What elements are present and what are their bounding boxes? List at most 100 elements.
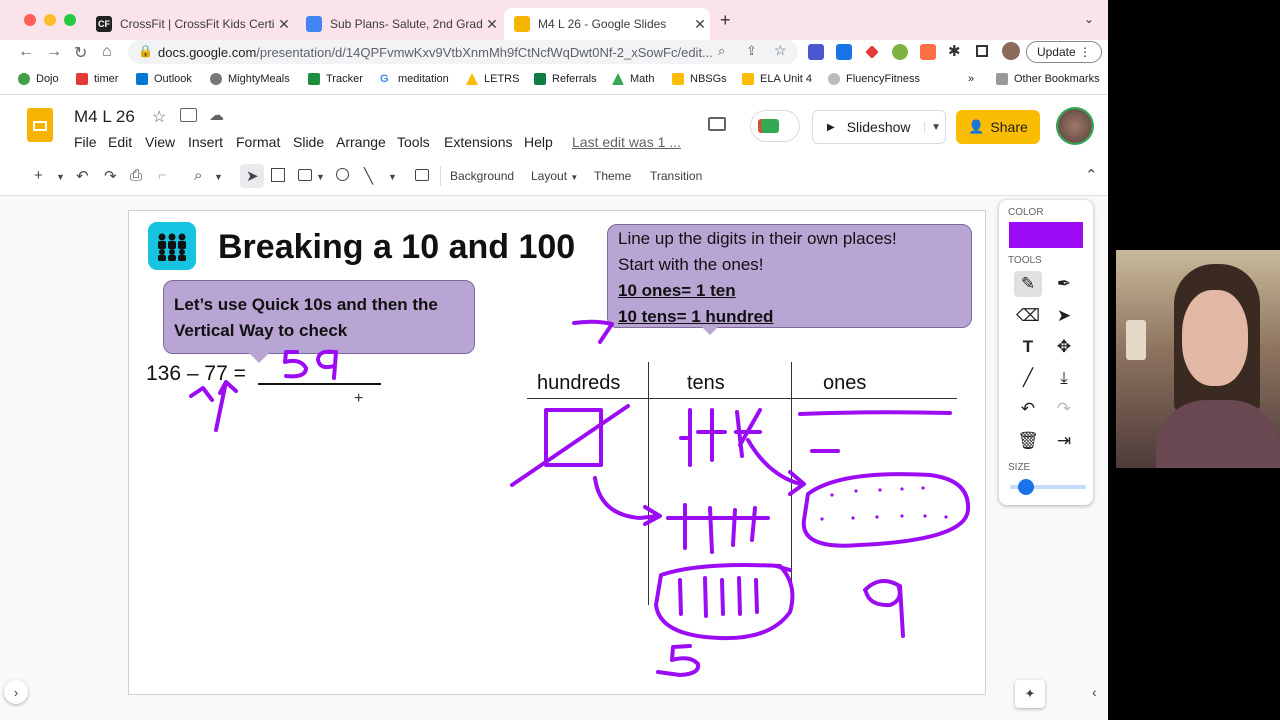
collapse-toolbar-icon[interactable]: ⌃ [1085, 166, 1098, 184]
image-dropdown-icon[interactable]: ▼ [316, 172, 325, 182]
bookmarks-overflow-button[interactable]: » [968, 73, 974, 85]
comments-icon[interactable] [708, 117, 726, 131]
zoom-icon[interactable]: ⌕ [194, 167, 202, 184]
menu-file[interactable]: File [74, 134, 97, 150]
new-slide-icon[interactable]: + [34, 167, 43, 184]
document-title[interactable]: M4 L 26 [74, 107, 135, 127]
eraser-icon[interactable]: ⌫ [1014, 303, 1042, 329]
print-icon[interactable]: ⎙ [130, 167, 142, 184]
sidebar-icon[interactable] [976, 45, 988, 57]
back-icon[interactable]: ← [18, 43, 34, 61]
close-tab-icon[interactable]: ✕ [482, 16, 502, 33]
line-icon[interactable]: ╲ [364, 167, 373, 185]
bookmark-nbsgs[interactable]: NBSGs [672, 73, 727, 85]
new-tab-icon[interactable]: + [720, 10, 731, 31]
tab-search-chevron-icon[interactable]: ⌄ [1084, 12, 1094, 26]
share-button[interactable]: 👤 Share [956, 110, 1040, 144]
move-folder-icon[interactable] [180, 108, 197, 122]
line-icon[interactable]: ╱ [1014, 365, 1042, 391]
extensions-puzzle-icon[interactable]: ✱ [948, 42, 961, 60]
zoom-dropdown-icon[interactable]: ▼ [214, 172, 223, 182]
menu-insert[interactable]: Insert [188, 134, 223, 150]
bookmark-dojo[interactable]: Dojo [18, 73, 59, 85]
expand-filmstrip-icon[interactable]: › [4, 680, 28, 704]
forward-icon[interactable]: → [46, 43, 62, 61]
pointer-icon[interactable]: ➤ [1050, 303, 1078, 329]
shape-icon[interactable] [336, 168, 349, 181]
undo-icon[interactable]: ↶ [76, 167, 89, 185]
menu-help[interactable]: Help [524, 134, 553, 150]
slideshow-button[interactable]: ▶ Slideshow ▼ [812, 110, 946, 144]
download-icon[interactable]: ⤓ [1050, 365, 1078, 391]
menu-edit[interactable]: Edit [108, 134, 132, 150]
exit-icon[interactable]: ⇥ [1050, 428, 1078, 454]
address-bar[interactable]: 🔒 docs.google.com/presentation/d/14QPFvm… [128, 40, 798, 64]
slides-logo-icon[interactable] [27, 108, 53, 142]
minimize-window-icon[interactable] [44, 14, 56, 26]
size-slider-knob[interactable] [1017, 479, 1034, 495]
bookmark-meditation[interactable]: Gmeditation [380, 73, 449, 85]
layout-button[interactable]: Layout ▼ [531, 169, 578, 183]
bookmark-outlook[interactable]: Outlook [136, 73, 192, 85]
bookmark-letrs[interactable]: LETRS [466, 73, 519, 85]
new-slide-dropdown-icon[interactable]: ▼ [56, 172, 65, 182]
undo-icon[interactable]: ↶ [1014, 396, 1042, 422]
extension-arrow-icon[interactable] [920, 44, 936, 60]
last-edit-link[interactable]: Last edit was 1 ... [572, 134, 681, 150]
text-box-icon[interactable] [271, 168, 285, 182]
color-swatch[interactable] [1009, 222, 1083, 248]
meet-button[interactable] [750, 110, 800, 142]
image-icon[interactable] [298, 169, 312, 181]
close-tab-icon[interactable]: ✕ [274, 16, 294, 33]
extension-zoom-icon[interactable] [836, 44, 852, 60]
bookmark-math[interactable]: Math [612, 73, 654, 85]
text-icon[interactable]: T [1014, 334, 1042, 360]
bookmark-tracker[interactable]: Tracker [308, 73, 363, 85]
browser-tab-sub-plans[interactable]: Sub Plans- Salute, 2nd Grade 2 ✕ [296, 8, 502, 40]
subtraction-equation[interactable]: 136 – 77 = [146, 362, 246, 386]
callout-line-up-digits[interactable]: Line up the digits in their own places! … [607, 224, 972, 328]
close-window-icon[interactable] [24, 14, 36, 26]
background-button[interactable]: Background [450, 169, 514, 183]
menu-extensions[interactable]: Extensions [444, 134, 512, 150]
callout-quick-tens[interactable]: Let’s use Quick 10s and then the Vertica… [163, 280, 475, 354]
menu-arrange[interactable]: Arrange [336, 134, 386, 150]
explore-icon[interactable]: ✦ [1015, 680, 1045, 708]
slide-title[interactable]: Breaking a 10 and 100 [218, 228, 575, 267]
move-icon[interactable]: ✥ [1050, 334, 1078, 360]
other-bookmarks[interactable]: Other Bookmarks [996, 73, 1100, 85]
select-cursor-icon[interactable]: ➤ [246, 167, 259, 185]
close-tab-icon[interactable]: ✕ [690, 16, 710, 33]
redo-icon[interactable]: ↷ [1050, 396, 1078, 422]
theme-button[interactable]: Theme [594, 169, 631, 183]
extension-badge-icon[interactable] [892, 44, 908, 60]
paint-format-icon[interactable]: ⌐ [158, 167, 167, 184]
menu-tools[interactable]: Tools [397, 134, 430, 150]
bookmark-star-icon[interactable]: ☆ [774, 42, 787, 59]
profile-avatar[interactable] [1002, 42, 1020, 60]
browser-tab-slides[interactable]: M4 L 26 - Google Slides ✕ [504, 8, 710, 40]
line-dropdown-icon[interactable]: ▼ [388, 172, 397, 182]
update-button[interactable]: Update ⋮ [1026, 41, 1102, 63]
user-avatar[interactable] [1058, 109, 1092, 143]
menu-slide[interactable]: Slide [293, 134, 324, 150]
slideshow-dropdown-icon[interactable]: ▼ [924, 121, 941, 133]
menu-view[interactable]: View [145, 134, 175, 150]
extension-c-icon[interactable] [808, 44, 824, 60]
bookmark-fluencyfitness[interactable]: FluencyFitness [828, 73, 920, 85]
transition-button[interactable]: Transition [650, 169, 702, 183]
redo-icon[interactable]: ↷ [104, 167, 117, 185]
home-icon[interactable]: ⌂ [102, 43, 112, 61]
reload-icon[interactable]: ↻ [74, 43, 87, 63]
maximize-window-icon[interactable] [64, 14, 76, 26]
marker-icon[interactable]: ✒ [1050, 271, 1078, 297]
bookmark-referrals[interactable]: Referrals [534, 73, 597, 85]
share-page-icon[interactable]: ⇪ [746, 43, 757, 59]
bookmark-mightymeals[interactable]: MightyMeals [210, 73, 290, 85]
zoom-icon[interactable]: ⌕ [718, 43, 725, 59]
bookmark-timer[interactable]: timer [76, 73, 118, 85]
add-comment-icon[interactable] [415, 169, 429, 181]
trash-icon[interactable]: 🗑 [1014, 428, 1042, 454]
star-icon[interactable]: ☆ [152, 107, 166, 127]
side-panel-chevron-icon[interactable]: ‹ [1092, 684, 1097, 700]
